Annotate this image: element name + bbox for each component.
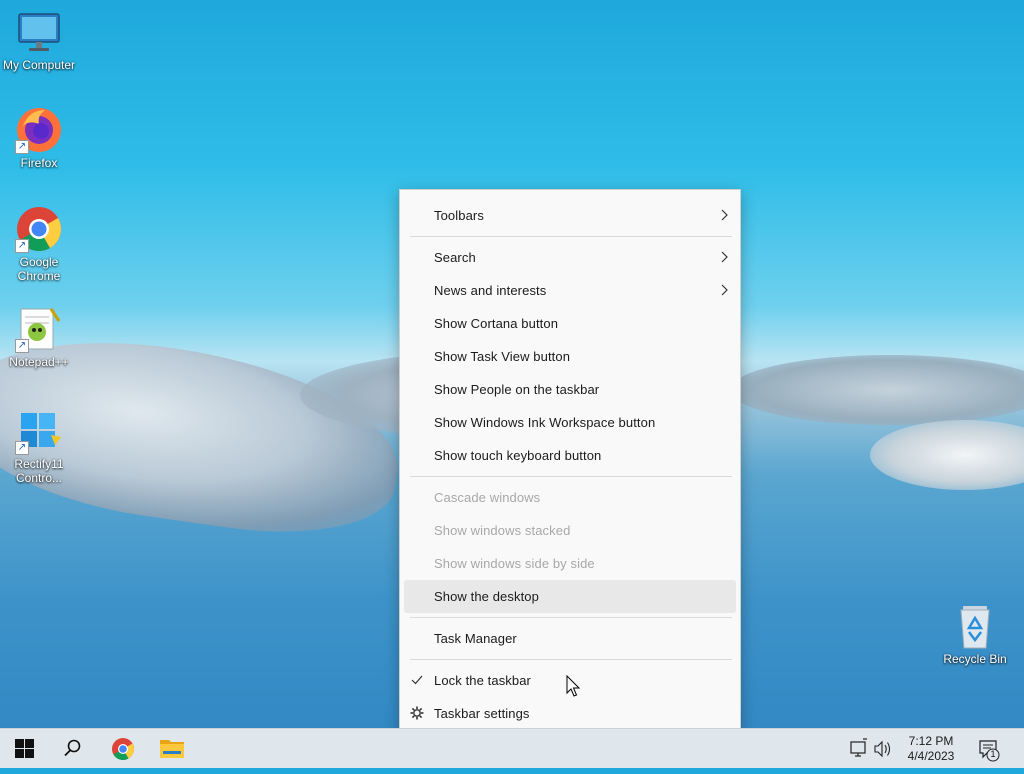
desktop-icon-recycle-bin[interactable]: Recycle Bin	[936, 602, 1014, 666]
chrome-taskbar-button[interactable]	[101, 729, 145, 769]
menu-item-task-manager[interactable]: Task Manager	[404, 622, 736, 655]
desktop-icon-firefox[interactable]: ↗ Firefox	[0, 106, 78, 170]
desktop-icon-label: Notepad++	[9, 355, 69, 369]
menu-item-show-windows-side-by-side: Show windows side by side	[434, 556, 595, 571]
menu-separator	[410, 236, 732, 237]
menu-separator	[410, 617, 732, 618]
speaker-icon	[874, 740, 891, 758]
desktop-icon-notepadpp[interactable]: ↗ Notepad++	[0, 305, 78, 369]
file-explorer-taskbar-button[interactable]	[150, 729, 194, 769]
chevron-right-icon	[721, 251, 728, 263]
monitor-icon	[15, 8, 63, 56]
search-button[interactable]	[50, 729, 94, 769]
menu-item-show-windows-ink-workspace[interactable]: Show Windows Ink Workspace button	[404, 406, 736, 439]
desktop-icon-google-chrome[interactable]: ↗ Google Chrome	[0, 205, 78, 283]
menu-item-show-task-view-button[interactable]: Show Task View button	[404, 340, 736, 373]
checkmark-icon	[411, 675, 423, 685]
chevron-right-icon	[721, 209, 728, 221]
volume-tray-button[interactable]	[872, 729, 894, 769]
shortcut-arrow-icon: ↗	[15, 339, 29, 353]
menu-item-cascade-windows: Cascade windows	[434, 490, 541, 505]
search-icon	[64, 739, 81, 757]
folder-icon	[160, 740, 184, 758]
gear-icon	[410, 706, 424, 720]
rectify11-icon: ↗	[15, 407, 63, 455]
menu-separator	[410, 476, 732, 477]
windows-logo-icon	[15, 739, 34, 758]
taskbar-context-menu: Toolbars Search News and interests Show …	[399, 189, 741, 737]
taskbar: 7:12 PM 4/4/2023 1	[0, 728, 1024, 768]
chrome-icon: ↗	[15, 205, 63, 253]
desktop-icon-label: My Computer	[2, 58, 76, 72]
menu-item-show-people[interactable]: Show People on the taskbar	[404, 373, 736, 406]
desktop-icon-label: Rectify11 Contro...	[14, 457, 64, 485]
notification-center-button[interactable]: 1	[976, 729, 1004, 769]
wallpaper-landform-right	[730, 355, 1024, 425]
recycle-bin-icon	[951, 602, 999, 650]
shortcut-arrow-icon: ↗	[15, 441, 29, 455]
network-icon	[850, 738, 867, 757]
network-tray-button[interactable]	[848, 729, 870, 769]
start-button[interactable]	[2, 729, 46, 769]
shortcut-arrow-icon: ↗	[15, 140, 29, 154]
taskbar-clock[interactable]: 7:12 PM 4/4/2023	[896, 734, 966, 764]
menu-separator	[410, 659, 732, 660]
menu-item-toolbars[interactable]: Toolbars	[404, 199, 736, 232]
desktop-icon-label: Google Chrome	[17, 255, 61, 283]
chevron-right-icon	[721, 284, 728, 296]
clock-date: 4/4/2023	[907, 749, 955, 763]
menu-item-show-windows-stacked: Show windows stacked	[434, 523, 571, 538]
wallpaper-landform-right-shore	[870, 420, 1024, 490]
menu-item-taskbar-settings[interactable]: Taskbar settings	[404, 697, 736, 730]
menu-item-show-cortana-button[interactable]: Show Cortana button	[404, 307, 736, 340]
desktop-icon-label: Firefox	[20, 156, 58, 170]
menu-item-search[interactable]: Search	[404, 241, 736, 274]
menu-item-show-touch-keyboard[interactable]: Show touch keyboard button	[404, 439, 736, 472]
firefox-icon: ↗	[15, 106, 63, 154]
shortcut-arrow-icon: ↗	[15, 239, 29, 253]
desktop-icon-label: Recycle Bin	[943, 652, 1007, 666]
menu-item-show-the-desktop[interactable]: Show the desktop	[404, 580, 736, 613]
mouse-cursor-icon	[566, 675, 581, 697]
notepadpp-icon: ↗	[15, 305, 63, 353]
chrome-icon	[112, 738, 134, 760]
notification-count-badge: 1	[990, 749, 996, 759]
menu-item-news-and-interests[interactable]: News and interests	[404, 274, 736, 307]
desktop-icon-rectify11[interactable]: ↗ Rectify11 Contro...	[0, 407, 78, 485]
desktop-icon-my-computer[interactable]: My Computer	[0, 8, 78, 72]
clock-time: 7:12 PM	[908, 734, 954, 748]
